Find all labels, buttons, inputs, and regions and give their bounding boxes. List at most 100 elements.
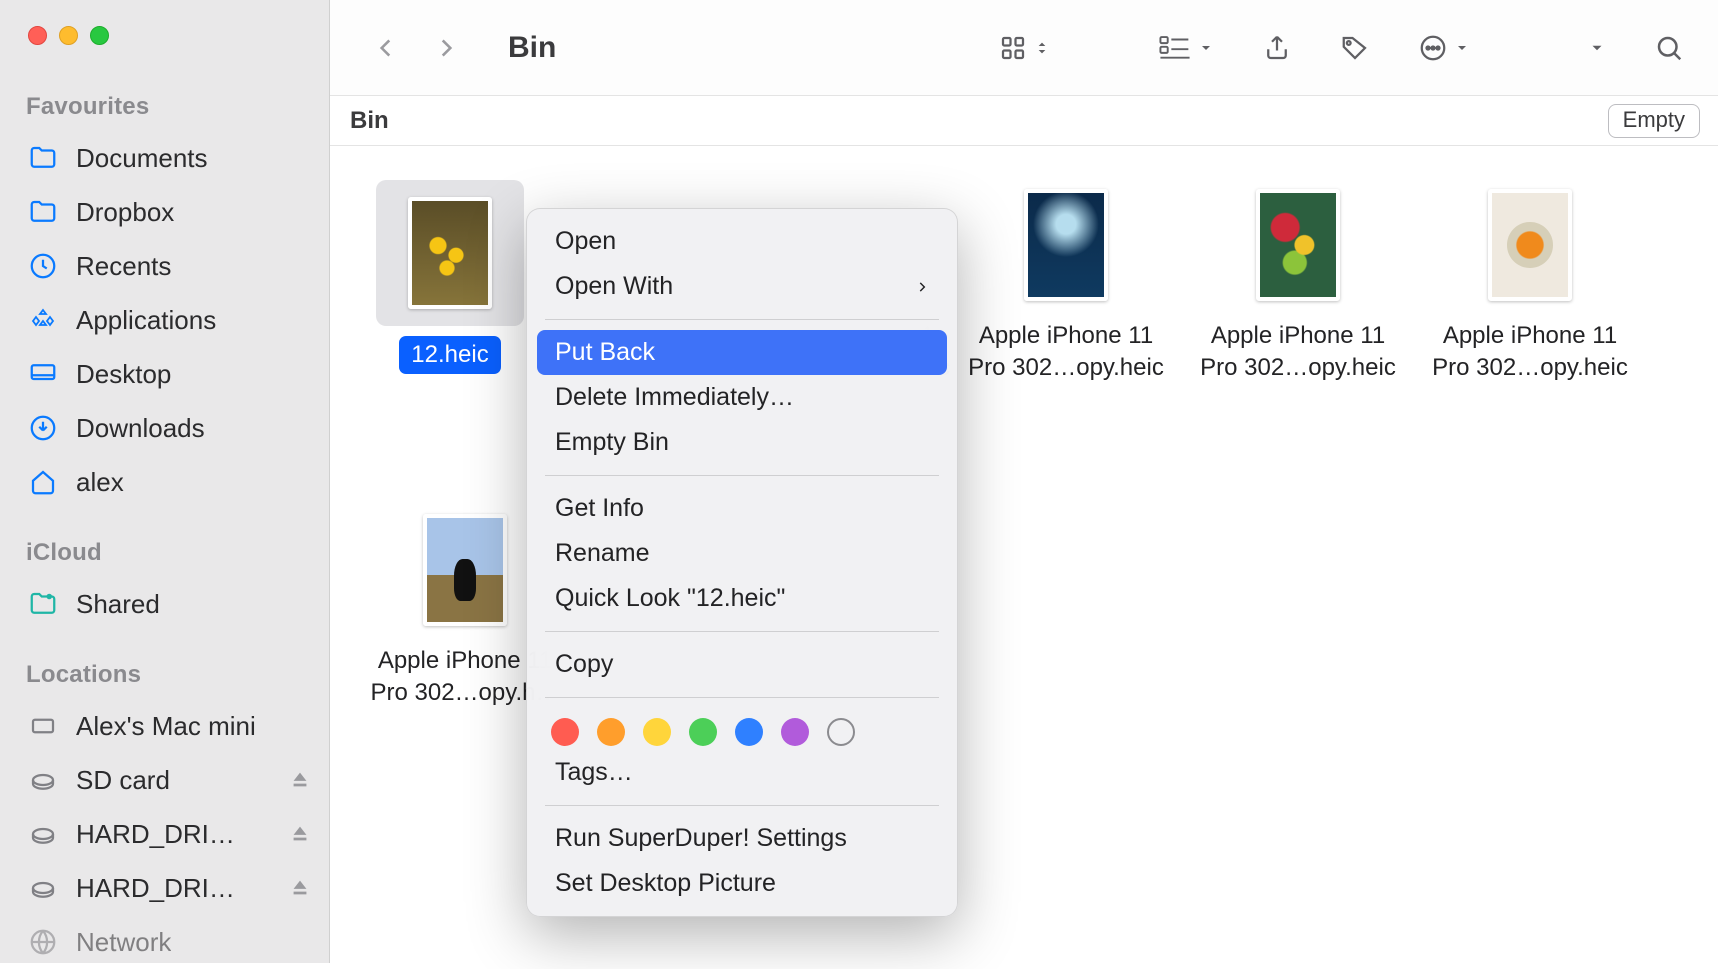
sidebar-item-label: Applications [76, 305, 216, 336]
file-thumbnail [376, 180, 524, 326]
back-button[interactable] [366, 28, 406, 68]
sidebar-item-label: Dropbox [76, 197, 174, 228]
downloads-icon [26, 411, 60, 445]
disk-icon [26, 763, 60, 797]
tag-red[interactable] [551, 718, 579, 746]
sidebar-item-drive[interactable]: HARD_DRI… [0, 861, 329, 915]
desktop-icon [26, 357, 60, 391]
menu-item-open[interactable]: Open [527, 219, 957, 264]
chevron-updown-icon [1034, 36, 1050, 60]
view-mode-button[interactable] [984, 26, 1064, 70]
window-title: Bin [508, 31, 556, 65]
menu-item-put-back[interactable]: Put Back [537, 330, 947, 375]
menu-item-label: Rename [555, 539, 650, 568]
search-button[interactable] [1640, 26, 1698, 70]
computer-icon [26, 709, 60, 743]
tag-green[interactable] [689, 718, 717, 746]
eject-icon[interactable] [289, 769, 311, 791]
sidebar-item-documents[interactable]: Documents [0, 131, 329, 185]
disk-icon [26, 871, 60, 905]
menu-item-label: Set Desktop Picture [555, 869, 776, 898]
sidebar-item-sdcard[interactable]: SD card [0, 753, 329, 807]
sidebar-item-downloads[interactable]: Downloads [0, 401, 329, 455]
menu-separator [545, 697, 939, 698]
sidebar-item-drive[interactable]: HARD_DRI… [0, 807, 329, 861]
sidebar-item-home[interactable]: alex [0, 455, 329, 509]
tag-none[interactable] [827, 718, 855, 746]
empty-bin-button[interactable]: Empty [1608, 104, 1700, 138]
menu-separator [545, 319, 939, 320]
sidebar-section-icloud: iCloud [0, 509, 329, 577]
tag-orange[interactable] [597, 718, 625, 746]
menu-item-label: Delete Immediately… [555, 383, 794, 412]
share-button[interactable] [1248, 26, 1306, 70]
menu-item-set-desktop-picture[interactable]: Set Desktop Picture [527, 861, 957, 906]
context-menu: Open Open With Put Back Delete Immediate… [526, 208, 958, 917]
menu-item-rename[interactable]: Rename [527, 531, 957, 576]
menu-item-tags[interactable]: Tags… [527, 750, 957, 795]
menu-item-label: Put Back [555, 338, 655, 367]
sidebar-section-locations: Locations [0, 631, 329, 699]
file-item[interactable]: Apple iPhone 11 Pro 302…opy.heic [1182, 180, 1414, 385]
window-controls [0, 0, 329, 45]
sidebar-item-applications[interactable]: Applications [0, 293, 329, 347]
home-icon [26, 465, 60, 499]
forward-button[interactable] [426, 28, 466, 68]
menu-item-get-info[interactable]: Get Info [527, 486, 957, 531]
file-thumbnail [1016, 180, 1116, 310]
path-location: Bin [350, 107, 389, 135]
menu-separator [545, 475, 939, 476]
sidebar-item-label: Shared [76, 589, 160, 620]
menu-item-copy[interactable]: Copy [527, 642, 957, 687]
shared-folder-icon [26, 587, 60, 621]
sidebar-item-recents[interactable]: Recents [0, 239, 329, 293]
more-actions-button[interactable] [1404, 26, 1484, 70]
sidebar-item-machine[interactable]: Alex's Mac mini [0, 699, 329, 753]
menu-item-open-with[interactable]: Open With [527, 264, 957, 309]
file-name-label: Apple iPhone 11 Pro 302…opy.heic [1193, 320, 1403, 385]
menu-item-empty-bin[interactable]: Empty Bin [527, 420, 957, 465]
tag-blue[interactable] [735, 718, 763, 746]
tags-button[interactable] [1326, 26, 1384, 70]
sidebar-item-label: Documents [76, 143, 208, 174]
tag-yellow[interactable] [643, 718, 671, 746]
file-thumbnail [415, 505, 515, 635]
applications-icon [26, 303, 60, 337]
sidebar-section-favourites: Favourites [0, 45, 329, 131]
chevron-down-icon [1198, 40, 1214, 56]
dropdown-button[interactable] [1574, 26, 1620, 70]
sidebar-item-desktop[interactable]: Desktop [0, 347, 329, 401]
file-item[interactable]: Apple iPhone 11 Pro 302…opy.heic [950, 180, 1182, 385]
file-name-label: 12.heic [399, 336, 500, 374]
close-window-button[interactable] [28, 26, 47, 45]
menu-item-quick-look[interactable]: Quick Look "12.heic" [527, 576, 957, 621]
eject-icon[interactable] [289, 877, 311, 899]
menu-item-label: Copy [555, 650, 613, 679]
minimise-window-button[interactable] [59, 26, 78, 45]
eject-icon[interactable] [289, 823, 311, 845]
chevron-right-icon [915, 277, 929, 297]
menu-item-label: Run SuperDuper! Settings [555, 824, 847, 853]
menu-item-delete-immediately[interactable]: Delete Immediately… [527, 375, 957, 420]
sidebar-item-shared[interactable]: Shared [0, 577, 329, 631]
sidebar-item-dropbox[interactable]: Dropbox [0, 185, 329, 239]
menu-item-label: Open With [555, 272, 673, 301]
file-item[interactable]: 12.heic [360, 180, 540, 385]
sidebar-item-label: alex [76, 467, 124, 498]
sidebar-item-network[interactable]: Network [0, 915, 329, 969]
menu-item-run-superduper[interactable]: Run SuperDuper! Settings [527, 816, 957, 861]
folder-icon [26, 195, 60, 229]
folder-icon [26, 141, 60, 175]
tag-colour-row [527, 708, 957, 750]
sidebar: Favourites Documents Dropbox Recents App… [0, 0, 330, 963]
sidebar-item-label: SD card [76, 765, 170, 796]
zoom-window-button[interactable] [90, 26, 109, 45]
group-button[interactable] [1144, 26, 1228, 70]
menu-item-label: Empty Bin [555, 428, 669, 457]
sidebar-item-label: Network [76, 927, 171, 958]
file-item[interactable]: Apple iPhone 11 Pro 302…opy.heic [1414, 180, 1646, 385]
file-thumbnail [1480, 180, 1580, 310]
chevron-down-icon [1454, 40, 1470, 56]
tag-purple[interactable] [781, 718, 809, 746]
sidebar-item-label: Downloads [76, 413, 205, 444]
